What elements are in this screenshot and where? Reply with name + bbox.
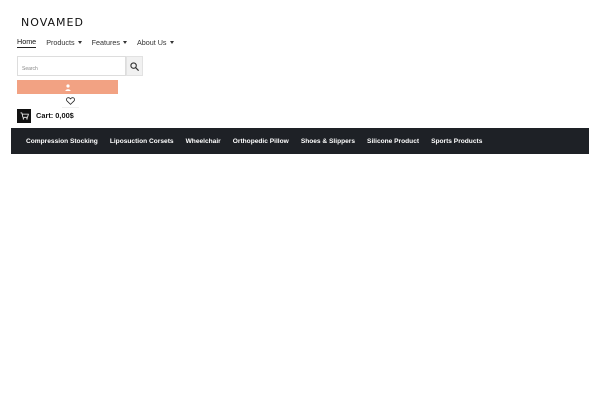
category-shoes-slippers[interactable]: Shoes & Slippers bbox=[301, 138, 355, 145]
category-compression-stocking[interactable]: Compression Stocking bbox=[26, 138, 98, 145]
wishlist-button[interactable] bbox=[62, 95, 79, 108]
category-liposuction-corsets[interactable]: Liposuction Corsets bbox=[110, 138, 174, 145]
search-input[interactable] bbox=[18, 60, 125, 78]
nav-item-about-us[interactable]: About Us bbox=[137, 38, 174, 47]
category-orthopedic-pillow[interactable]: Orthopedic Pillow bbox=[233, 138, 289, 145]
main-nav: Home Products Features About Us bbox=[17, 35, 174, 49]
search-box bbox=[17, 56, 126, 78]
nav-item-products[interactable]: Products bbox=[46, 37, 82, 47]
nav-item-home[interactable]: Home bbox=[17, 36, 37, 48]
cart-button[interactable] bbox=[17, 109, 31, 123]
caret-down-icon bbox=[169, 40, 174, 44]
search-button[interactable] bbox=[126, 56, 143, 76]
caret-down-icon bbox=[122, 40, 127, 44]
user-icon bbox=[64, 83, 71, 91]
nav-item-label: Features bbox=[91, 37, 120, 47]
category-silicone-product[interactable]: Silicone Product bbox=[367, 138, 419, 145]
cart-icon bbox=[20, 112, 29, 120]
nav-item-label: Home bbox=[17, 36, 37, 46]
brand-logo-text: NOVAMED bbox=[21, 16, 84, 29]
nav-item-label: About Us bbox=[136, 37, 167, 47]
brand-logo[interactable]: NOVAMED bbox=[21, 13, 101, 29]
nav-item-features[interactable]: Features bbox=[92, 38, 127, 47]
category-sports-products[interactable]: Sports Products bbox=[431, 138, 482, 145]
cart-total[interactable]: Cart: 0,00$ bbox=[36, 111, 74, 120]
category-bar: Compression Stocking Liposuction Corsets… bbox=[11, 128, 589, 154]
category-wheelchair[interactable]: Wheelchair bbox=[186, 138, 221, 145]
account-button[interactable] bbox=[17, 80, 118, 94]
heart-icon bbox=[66, 97, 75, 105]
search-icon bbox=[130, 61, 139, 71]
nav-item-label: Products bbox=[46, 37, 75, 47]
caret-down-icon bbox=[77, 40, 82, 44]
